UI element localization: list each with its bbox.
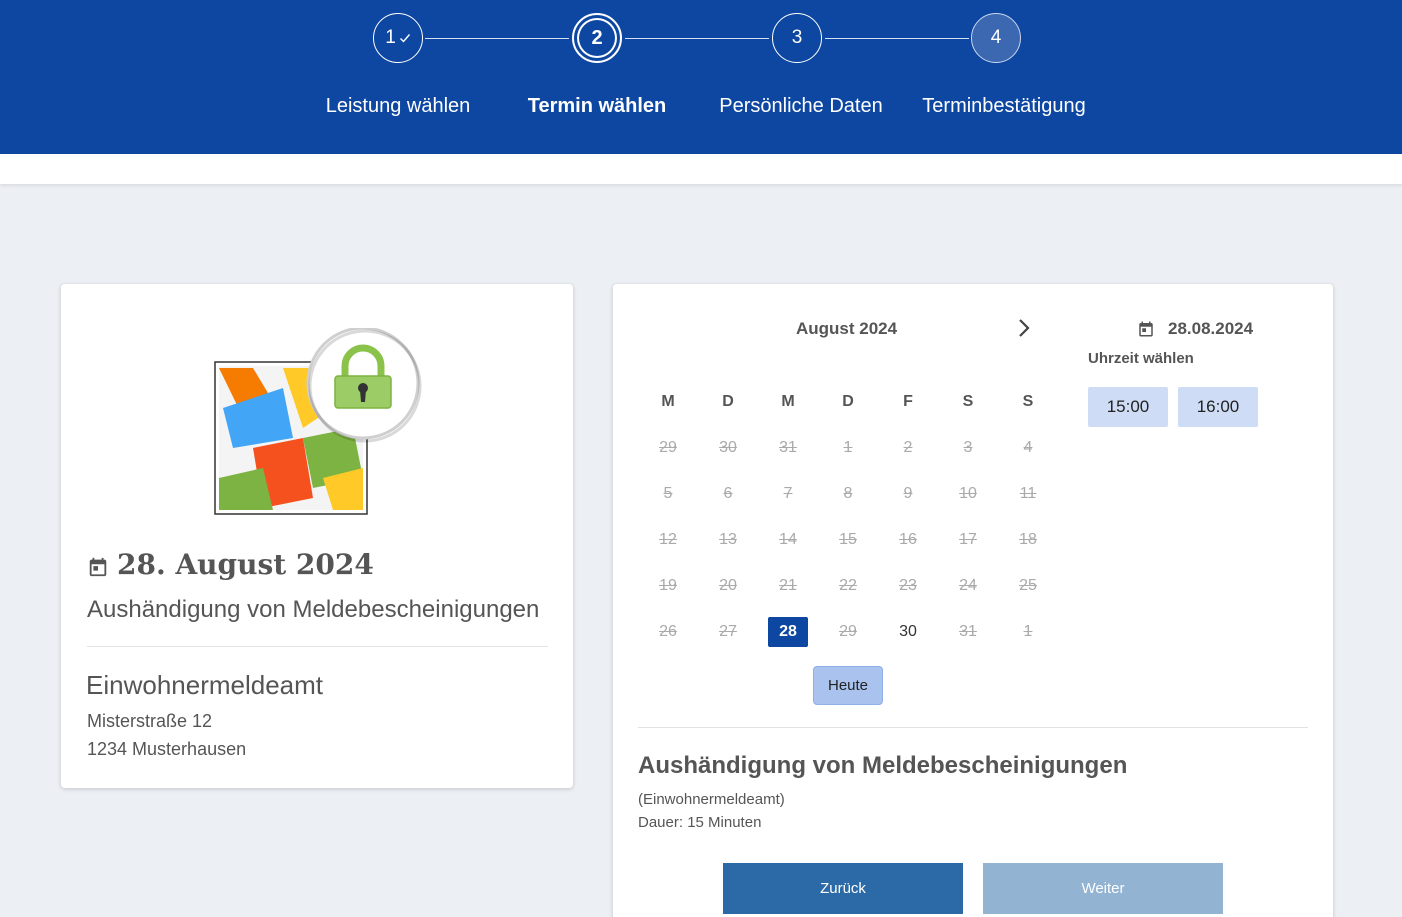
step-4-circle[interactable]: 4	[971, 13, 1021, 63]
header-subbar	[0, 154, 1402, 184]
step-number: 2	[591, 26, 603, 49]
calendar-day: 12	[659, 531, 677, 548]
calendar-day: 4	[1023, 439, 1033, 456]
weekday-header: S	[1022, 393, 1034, 410]
appointment-summary-card: 28. August 2024 Aushändigung von Meldebe…	[61, 284, 573, 788]
calendar-day: 7	[783, 485, 793, 502]
calendar-day: 23	[899, 577, 917, 594]
summary-date: 28. August 2024	[117, 548, 374, 581]
calendar-day: 22	[839, 577, 857, 594]
service-title: Aushändigung von Meldebescheinigungen	[638, 752, 1128, 779]
calendar-day-selected[interactable]: 28	[768, 617, 808, 647]
step-number: 3	[791, 27, 803, 48]
calendar-day: 13	[719, 531, 737, 548]
calendar-day: 26	[659, 623, 677, 640]
back-button[interactable]: Zurück	[723, 863, 963, 914]
today-button[interactable]: Heute	[813, 666, 883, 705]
step-connector	[625, 38, 769, 39]
calendar-day: 15	[839, 531, 857, 548]
check-icon	[399, 34, 410, 43]
calendar-day: 6	[723, 485, 733, 502]
calendar-icon	[89, 557, 107, 576]
chevron-right-icon	[1019, 319, 1030, 337]
selected-date-row: 28.08.2024	[1137, 319, 1253, 339]
calendar-day: 14	[779, 531, 797, 548]
calendar-day: 16	[899, 531, 917, 548]
calendar-day: 5	[663, 485, 673, 502]
calendar-day: 11	[1019, 485, 1037, 502]
summary-street: Misterstraße 12	[87, 711, 213, 731]
calendar-day: 18	[1019, 531, 1037, 548]
step-2-label[interactable]: Termin wählen	[528, 95, 667, 118]
calendar-day: 9	[903, 485, 913, 502]
service-duration: Dauer: 15 Minuten	[638, 814, 762, 831]
weekday-header: D	[722, 393, 734, 410]
security-logo-icon	[214, 328, 422, 515]
calendar-day: 8	[843, 485, 853, 502]
step-1-circle[interactable]: 1	[373, 13, 423, 63]
calendar-day: 29	[659, 439, 677, 456]
calendar-day: 17	[959, 531, 977, 548]
next-month-button[interactable]	[1013, 315, 1035, 341]
weekday-header: F	[903, 393, 913, 410]
calendar-day: 19	[659, 577, 677, 594]
calendar-day: 3	[963, 439, 973, 456]
calendar-day: 31	[779, 439, 797, 456]
calendar-day: 31	[959, 623, 977, 640]
date-selection-card: August 2024 Heute 28.08.2024 Uhrzeit wäh…	[613, 284, 1333, 917]
step-3-label[interactable]: Persönliche Daten	[719, 95, 882, 118]
time-slot-button[interactable]: 16:00	[1178, 387, 1258, 427]
summary-date-row: 28. August 2024	[87, 548, 374, 581]
weekday-header: S	[962, 393, 974, 410]
calendar-day: 30	[719, 439, 737, 456]
summary-city: 1234 Musterhausen	[87, 739, 247, 759]
step-4-label[interactable]: Terminbestätigung	[922, 95, 1085, 118]
step-3-circle[interactable]: 3	[772, 13, 822, 63]
calendar-day: 10	[959, 485, 977, 502]
calendar-icon	[1139, 321, 1153, 337]
calendar-day: 27	[719, 623, 737, 640]
calendar-day: 20	[719, 577, 737, 594]
calendar-day: 29	[839, 623, 857, 640]
step-connector	[825, 38, 969, 39]
weekday-header: D	[842, 393, 854, 410]
summary-office: Einwohnermeldeamt	[86, 670, 324, 700]
step-number: 1	[385, 27, 396, 48]
step-number: 4	[990, 27, 1002, 48]
calendar-day: 1	[1023, 623, 1033, 640]
divider	[638, 727, 1308, 728]
step-1-label[interactable]: Leistung wählen	[326, 95, 471, 118]
service-office: (Einwohnermeldeamt)	[638, 791, 785, 808]
step-2-circle[interactable]: 2	[572, 13, 622, 63]
selected-date: 28.08.2024	[1168, 319, 1254, 338]
summary-service: Aushändigung von Meldebescheinigungen	[87, 596, 540, 623]
calendar-day: 24	[959, 577, 977, 594]
calendar-day: 1	[843, 439, 853, 456]
calendar-day: 2	[903, 439, 913, 456]
divider	[87, 646, 548, 647]
step-connector	[425, 38, 569, 39]
weekday-header: M	[781, 393, 795, 410]
calendar-day: 25	[1019, 577, 1037, 594]
next-button[interactable]: Weiter	[983, 863, 1223, 914]
calendar-month-label: August 2024	[796, 319, 898, 338]
weekday-header: M	[661, 393, 675, 410]
choose-time-heading: Uhrzeit wählen	[1088, 350, 1194, 367]
progress-stepper: 1 2 3 4 Leistung wählen Termin wählen Pe…	[0, 0, 1402, 154]
calendar-day: 21	[779, 577, 797, 594]
time-slot-button[interactable]: 15:00	[1088, 387, 1168, 427]
calendar-day[interactable]: 30	[888, 617, 928, 647]
